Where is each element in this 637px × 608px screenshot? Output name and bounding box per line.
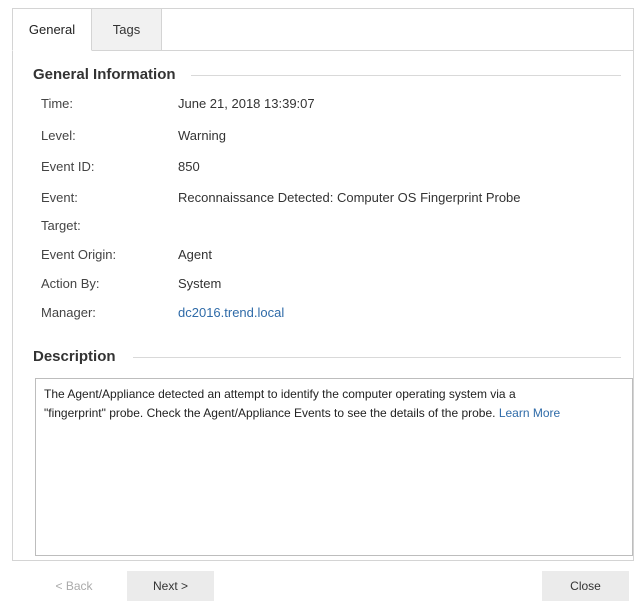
target-label: Target: xyxy=(41,218,81,233)
time-label: Time: xyxy=(41,96,74,111)
event-id-label: Event ID: xyxy=(41,159,95,174)
event-label: Event: xyxy=(41,190,78,205)
description-heading: Description xyxy=(33,348,116,365)
description-box: The Agent/Appliance detected an attempt … xyxy=(35,378,633,556)
event-details-dialog: General Tags General Information Time: J… xyxy=(12,8,634,606)
time-value: June 21, 2018 13:39:07 xyxy=(178,96,315,111)
description-line-2-text: "fingerprint" probe. Check the Agent/App… xyxy=(44,406,496,420)
manager-label: Manager: xyxy=(41,305,96,320)
action-by-value: System xyxy=(178,276,222,291)
general-information-divider xyxy=(191,75,621,76)
next-button[interactable]: Next > xyxy=(127,571,214,601)
general-information-heading: General Information xyxy=(33,66,176,83)
event-origin-label: Event Origin: xyxy=(41,247,117,262)
description-line-1: The Agent/Appliance detected an attempt … xyxy=(44,387,516,401)
tab-bar: General Tags xyxy=(12,8,634,51)
description-line-2: "fingerprint" probe. Check the Agent/App… xyxy=(44,404,624,423)
level-label: Level: xyxy=(41,128,76,143)
tab-content-general: General Information Time: June 21, 2018 … xyxy=(12,51,634,561)
tab-general[interactable]: General xyxy=(12,8,92,51)
back-button[interactable]: < Back xyxy=(34,571,114,601)
action-by-label: Action By: xyxy=(41,276,100,291)
level-value: Warning xyxy=(178,128,226,143)
description-divider xyxy=(133,357,621,358)
event-value: Reconnaissance Detected: Computer OS Fin… xyxy=(178,190,521,205)
tab-bar-filler xyxy=(162,8,634,50)
learn-more-link[interactable]: Learn More xyxy=(499,406,560,420)
event-id-value: 850 xyxy=(178,159,200,174)
event-origin-value: Agent xyxy=(178,247,212,262)
manager-link[interactable]: dc2016.trend.local xyxy=(178,303,284,323)
close-button[interactable]: Close xyxy=(542,571,629,601)
tab-tags[interactable]: Tags xyxy=(92,8,162,50)
